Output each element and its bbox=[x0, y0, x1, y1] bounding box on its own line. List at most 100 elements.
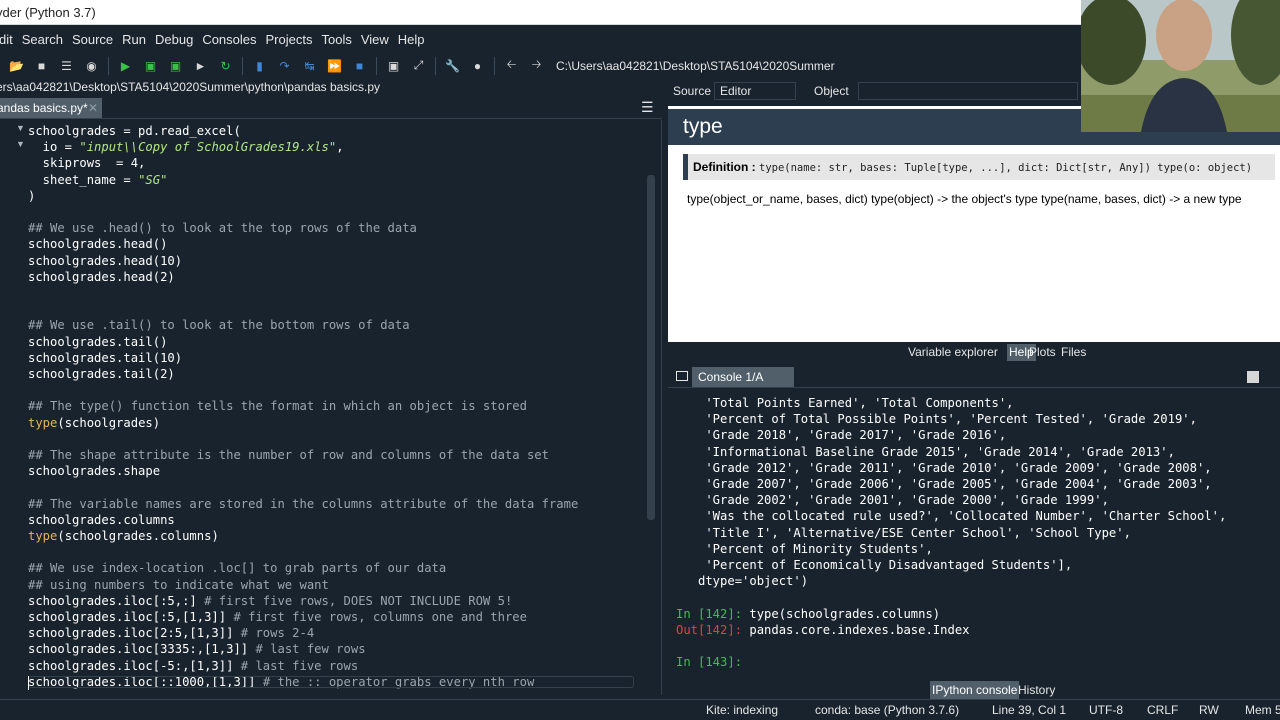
menu-item-view[interactable]: View bbox=[360, 32, 390, 47]
code-token: schoolgrades.tail(2) bbox=[28, 367, 175, 381]
fullscreen-icon[interactable]: ⤢ bbox=[410, 57, 427, 74]
console-line: 'Title I', 'Alternative/ESE Center Schoo… bbox=[676, 525, 1131, 541]
code-token: # last five rows bbox=[240, 658, 359, 673]
run-cell-icon[interactable]: ▣ bbox=[142, 57, 159, 74]
rerun-icon[interactable]: ↻ bbox=[217, 57, 234, 74]
console-token: 'Title I', 'Alternative/ESE Center Schoo… bbox=[676, 525, 1131, 540]
menu-item-tools[interactable]: Tools bbox=[320, 32, 352, 47]
code-line: schoolgrades.tail(2) bbox=[28, 366, 175, 382]
code-line: schoolgrades.head(2) bbox=[28, 269, 175, 285]
console-line: 'Percent of Total Possible Points', 'Per… bbox=[676, 411, 1197, 427]
open-file-icon[interactable]: 📂 bbox=[8, 57, 25, 74]
code-line: type(schoolgrades) bbox=[28, 415, 160, 431]
tab-files[interactable]: Files bbox=[1059, 344, 1088, 361]
fold-arrow-icon[interactable]: ▼ bbox=[16, 123, 25, 133]
editor-vertical-scrollbar[interactable] bbox=[647, 175, 655, 520]
menu-item-run[interactable]: Run bbox=[121, 32, 147, 47]
code-line: ## The type() function tells the format … bbox=[28, 398, 527, 414]
menu-item-projects[interactable]: Projects bbox=[265, 32, 314, 47]
tab-variable-explorer[interactable]: Variable explorer bbox=[906, 344, 1000, 361]
menu-item-source[interactable]: Source bbox=[71, 32, 114, 47]
code-token: ## We use index-location .loc[] to grab … bbox=[28, 561, 447, 576]
toolbar-separator bbox=[494, 56, 495, 75]
code-token: , bbox=[336, 140, 344, 155]
console-token: 'Grade 2002', 'Grade 2001', 'Grade 2000'… bbox=[676, 493, 1109, 508]
code-token: # last few rows bbox=[255, 642, 366, 657]
continue-icon[interactable]: ⏩ bbox=[326, 57, 343, 74]
console-tab[interactable]: Console 1/A bbox=[692, 367, 794, 387]
help-source-select[interactable]: Editor bbox=[714, 82, 796, 100]
preferences-icon[interactable]: ◉ bbox=[83, 57, 100, 74]
definition-signature: type(name: str, bases: Tuple[type, ...],… bbox=[759, 162, 1253, 174]
code-line: sheet_name = "SG" bbox=[28, 172, 168, 188]
console-line: 'Total Points Earned', 'Total Components… bbox=[676, 395, 1013, 411]
code-token: schoolgrades.iloc[3335:,[1,3]] bbox=[28, 642, 256, 657]
help-object-input[interactable] bbox=[858, 82, 1078, 100]
code-line: ## using numbers to indicate what we wan… bbox=[28, 577, 329, 593]
console-tab-bar: Console 1/A bbox=[668, 366, 1280, 388]
run-selection-icon[interactable]: ► bbox=[192, 57, 209, 74]
code-token: ## The variable names are stored in the … bbox=[28, 496, 579, 511]
ipython-console[interactable]: 'Total Points Earned', 'Total Components… bbox=[668, 389, 1280, 680]
editor-horizontal-scrollbar[interactable] bbox=[28, 676, 634, 688]
code-editor[interactable]: ▼ ▼ schoolgrades = pd.read_excel( io = "… bbox=[0, 120, 662, 695]
tab-plots[interactable]: Plots bbox=[1027, 344, 1058, 361]
code-token: (schoolgrades) bbox=[57, 415, 161, 430]
debug-icon[interactable]: ▮ bbox=[251, 57, 268, 74]
step-icon[interactable]: ↷ bbox=[276, 57, 293, 74]
stop-kernel-icon[interactable] bbox=[1247, 371, 1259, 383]
code-line: schoolgrades.columns bbox=[28, 512, 175, 528]
code-token: schoolgrades.columns bbox=[28, 512, 175, 527]
editor-tab-pandas-basics[interactable]: andas basics.py* ✕ bbox=[0, 98, 102, 118]
code-token: ## We use .tail() to look at the bottom … bbox=[28, 318, 410, 333]
console-token: Out[142]: bbox=[676, 622, 750, 637]
stop-debug-icon[interactable]: ■ bbox=[351, 57, 368, 74]
status-bar: Kite: indexing conda: base (Python 3.7.6… bbox=[0, 699, 1280, 720]
maximize-pane-icon[interactable]: ▣ bbox=[385, 57, 402, 74]
code-line: schoolgrades.iloc[-5:,[1,3]] # last five… bbox=[28, 658, 358, 674]
wrench-icon[interactable]: 🔧 bbox=[444, 57, 461, 74]
code-token: schoolgrades.head(2) bbox=[28, 269, 175, 284]
run-icon[interactable]: ▶ bbox=[117, 57, 134, 74]
menu-item-dit[interactable]: dit bbox=[0, 32, 14, 47]
code-line: schoolgrades.tail(10) bbox=[28, 350, 182, 366]
menu-item-search[interactable]: Search bbox=[21, 32, 64, 47]
save-icon[interactable]: ■ bbox=[33, 57, 50, 74]
code-line: schoolgrades = pd.read_excel( bbox=[28, 123, 241, 139]
code-line: ) bbox=[28, 188, 35, 204]
toolbar-separator bbox=[376, 56, 377, 75]
permissions-status: RW bbox=[1199, 703, 1219, 717]
code-token: schoolgrades = pd.read_excel( bbox=[28, 124, 241, 138]
python-path-icon[interactable]: ● bbox=[469, 57, 486, 74]
console-token: dtype='object') bbox=[676, 574, 809, 589]
code-token: # first five rows, DOES NOT INCLUDE ROW … bbox=[204, 593, 513, 608]
menu-item-help[interactable]: Help bbox=[397, 32, 426, 47]
console-line: 'Grade 2012', 'Grade 2011', 'Grade 2010'… bbox=[676, 460, 1211, 476]
code-line: schoolgrades.shape bbox=[28, 463, 160, 479]
tab-history[interactable]: History bbox=[1016, 681, 1057, 699]
console-line: 'Grade 2007', 'Grade 2006', 'Grade 2005'… bbox=[676, 476, 1211, 492]
code-token: schoolgrades.iloc[2:5,[1,3]] bbox=[28, 626, 241, 641]
menu-item-consoles[interactable]: Consoles bbox=[201, 32, 257, 47]
code-line: ## We use index-location .loc[] to grab … bbox=[28, 560, 446, 576]
forward-arrow-icon[interactable]: 🡢 bbox=[528, 57, 545, 74]
tab-ipython-console[interactable]: IPython console bbox=[930, 681, 1020, 699]
code-token: # first five rows, columns one and three bbox=[233, 610, 527, 624]
editor-options-icon[interactable]: ☰ bbox=[641, 99, 655, 115]
menu-item-debug[interactable]: Debug bbox=[154, 32, 194, 47]
code-token: "input\\Copy of SchoolGrades19.xls" bbox=[79, 140, 337, 155]
window-title: yder (Python 3.7) bbox=[0, 5, 96, 20]
save-all-icon[interactable]: ☰ bbox=[58, 57, 75, 74]
run-cell-advance-icon[interactable]: ▣ bbox=[167, 57, 184, 74]
step-into-icon[interactable]: ↹ bbox=[301, 57, 318, 74]
back-arrow-icon[interactable]: 🡠 bbox=[503, 57, 520, 74]
close-tab-icon[interactable]: ✕ bbox=[88, 98, 98, 118]
working-directory-field[interactable]: C:\Users\aa042821\Desktop\STA5104\2020Su… bbox=[552, 56, 1072, 76]
help-docstring: type(object_or_name, bases, dict) type(o… bbox=[687, 192, 1242, 206]
code-token: ## The type() function tells the format … bbox=[28, 399, 527, 414]
console-line: In [142]: type(schoolgrades.columns) bbox=[676, 606, 940, 622]
code-token: ## We use .head() to look at the top row… bbox=[28, 221, 417, 236]
toolbar-separator bbox=[108, 56, 109, 75]
fold-arrow-icon[interactable]: ▼ bbox=[16, 139, 25, 149]
console-line: Out[142]: pandas.core.indexes.base.Index bbox=[676, 622, 970, 638]
